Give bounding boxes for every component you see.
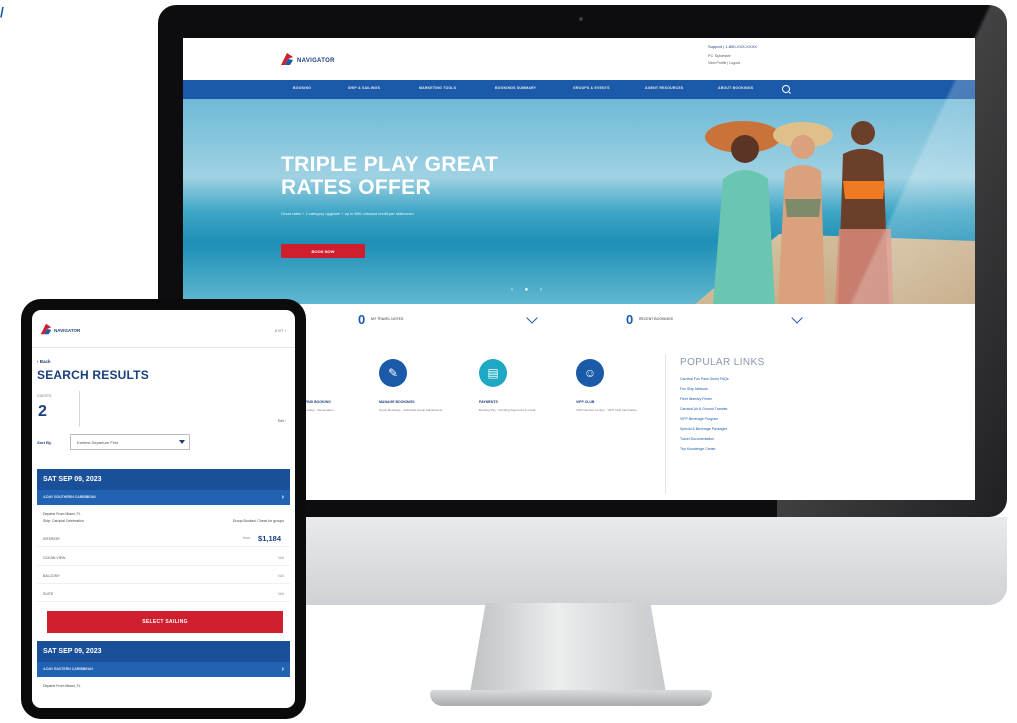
nav-item-booking[interactable]: BOOKING bbox=[293, 86, 311, 90]
logo-icon bbox=[40, 323, 52, 335]
nav-item-groups[interactable]: GROUPS & EVENTS bbox=[573, 86, 610, 90]
sailing-date: SAT SEP 09, 2023 bbox=[37, 641, 290, 662]
tool-title-find[interactable]: FIND BOOKING bbox=[305, 400, 331, 404]
popular-link[interactable]: Trip Knowledge Center bbox=[680, 447, 716, 451]
departure-port: Departs From Miami, FL bbox=[43, 512, 81, 516]
fare-row[interactable]: INTERIOR from $1,184 bbox=[37, 533, 290, 547]
sailing-card: SAT SEP 09, 2023 4-DAY EASTERN CARIBBEAN… bbox=[37, 641, 290, 708]
exit-link[interactable]: EXIT › bbox=[275, 328, 286, 333]
fare-name: SUITE bbox=[43, 592, 54, 596]
itinerary-row[interactable]: 4-DAY SOUTHERN CARIBBEAN bbox=[37, 490, 290, 505]
sailing-card: SAT SEP 09, 2023 4-DAY SOUTHERN CARIBBEA… bbox=[37, 469, 290, 669]
sailing-date: SAT SEP 09, 2023 bbox=[37, 469, 290, 490]
fare-row[interactable]: OCEAN VIEW N/A bbox=[37, 552, 290, 566]
tool-desc-manage: Group Bookings · Individual Group Adjust… bbox=[379, 408, 443, 412]
divider bbox=[665, 354, 666, 494]
select-sailing-button[interactable]: SELECT SAILING bbox=[47, 611, 283, 633]
fare-name: BALCONY bbox=[43, 574, 60, 578]
tool-title-payments[interactable]: PAYMENTS bbox=[479, 400, 498, 404]
guests-count: 2 bbox=[38, 403, 47, 420]
camera-dot bbox=[579, 17, 583, 21]
user-name: FC Sylvester bbox=[708, 53, 731, 58]
fare-row[interactable]: BALCONY N/A bbox=[37, 570, 290, 584]
fare-value: N/A bbox=[278, 556, 284, 560]
edit-search-link[interactable]: Edit › bbox=[278, 419, 286, 423]
recent-bookings-count: 0 bbox=[626, 312, 634, 327]
ship-name: Ship: Carnival Celebration bbox=[43, 519, 84, 523]
popular-link[interactable]: Carnival Air & Ground Transfer bbox=[680, 407, 728, 411]
departure-port: Departs From Miami, FL bbox=[43, 684, 81, 688]
tablet-screen: NAVIGATOR EXIT › ‹ Back SEARCH RESULTS G… bbox=[32, 310, 295, 708]
carousel-controls[interactable]: ‹ ● › bbox=[511, 287, 547, 293]
corner-brand-mark: / bbox=[0, 4, 4, 20]
popular-link[interactable]: Carnival Fun Pass Guest FAQs bbox=[680, 377, 729, 381]
tool-desc-vifp: VIFP Number Lookup · VIFP Club Informati… bbox=[576, 408, 637, 412]
account-links[interactable]: View Profile | Logout bbox=[708, 61, 740, 65]
travel-notes-count: 0 bbox=[358, 312, 366, 327]
tablet-header: NAVIGATOR EXIT › bbox=[32, 310, 295, 348]
popular-link[interactable]: Special & Beverage Packages bbox=[680, 427, 727, 431]
nav-item-resources[interactable]: AGENT RESOURCES bbox=[645, 86, 683, 90]
popular-link[interactable]: VIFP Beverage Program bbox=[680, 417, 718, 421]
fare-value: N/A bbox=[278, 592, 284, 596]
tablet-mockup: NAVIGATOR EXIT › ‹ Back SEARCH RESULTS G… bbox=[21, 299, 306, 719]
guests-label: GUESTS bbox=[37, 394, 52, 398]
divider bbox=[79, 391, 80, 427]
tool-desc-payments: Booking Pay · Pending Payments & Credit bbox=[479, 408, 536, 412]
logo-text[interactable]: NAVIGATOR bbox=[54, 328, 80, 333]
sort-label: Sort By bbox=[37, 440, 52, 445]
fare-name: INTERIOR bbox=[43, 537, 60, 541]
logo-icon bbox=[281, 53, 293, 65]
fare-row[interactable]: SUITE N/A bbox=[37, 588, 290, 602]
hero-title: TRIPLE PLAY GREAT RATES OFFER bbox=[281, 153, 499, 199]
popular-links-title: POPULAR LINKS bbox=[680, 357, 765, 368]
imac-stand-base bbox=[430, 690, 712, 706]
chevron-down-icon[interactable] bbox=[526, 312, 538, 324]
page-title: SEARCH RESULTS bbox=[37, 368, 149, 382]
fare-price: $1,184 bbox=[258, 534, 281, 543]
chevron-down-icon[interactable] bbox=[179, 440, 185, 444]
back-link[interactable]: ‹ Back bbox=[37, 359, 51, 364]
nav-item-summary[interactable]: BOOKINGS SUMMARY bbox=[495, 86, 536, 90]
imac-stand bbox=[470, 603, 666, 693]
fare-value: N/A bbox=[278, 574, 284, 578]
itinerary-row[interactable]: 4-DAY EASTERN CARIBBEAN bbox=[37, 662, 290, 677]
price-from-label: from bbox=[243, 536, 250, 540]
popular-link[interactable]: Fleet Itinerary Finder bbox=[680, 397, 712, 401]
popular-link[interactable]: Travel Documentation bbox=[680, 437, 714, 441]
hero-subtitle: Great rates + 2 category upgrade + up to… bbox=[281, 211, 414, 216]
tool-title-vifp[interactable]: VIFP CLUB bbox=[576, 400, 594, 404]
travel-notes-label: MY TRAVEL NOTES bbox=[371, 317, 404, 321]
nav-item-ships[interactable]: SHIP & SAILINGS bbox=[348, 86, 380, 90]
popular-link[interactable]: Fun Ship Network bbox=[680, 387, 708, 391]
book-now-button[interactable]: BOOK NOW bbox=[281, 244, 365, 258]
nav-item-marketing[interactable]: MARKETING TOOLS bbox=[419, 86, 456, 90]
support-phone: Support | 1-800-XXX-XXXX bbox=[708, 44, 757, 49]
tool-title-manage[interactable]: MANAGE BOOKINGS bbox=[379, 400, 415, 404]
recent-bookings-label: RECENT BOOKINGS bbox=[639, 317, 673, 321]
vip-club-icon[interactable]: ☺ bbox=[576, 359, 604, 387]
group-status[interactable]: Group Booked: Check for groups bbox=[233, 519, 284, 523]
screen-glare bbox=[777, 5, 1007, 517]
logo-text[interactable]: NAVIGATOR bbox=[297, 58, 335, 64]
pencil-icon[interactable]: ✎ bbox=[379, 359, 407, 387]
document-icon[interactable]: ▤ bbox=[479, 359, 507, 387]
sort-select[interactable]: Earliest Departure First bbox=[70, 434, 190, 450]
nav-item-about[interactable]: ABOUT BOOKINGS bbox=[718, 86, 753, 90]
fare-name: OCEAN VIEW bbox=[43, 556, 66, 560]
